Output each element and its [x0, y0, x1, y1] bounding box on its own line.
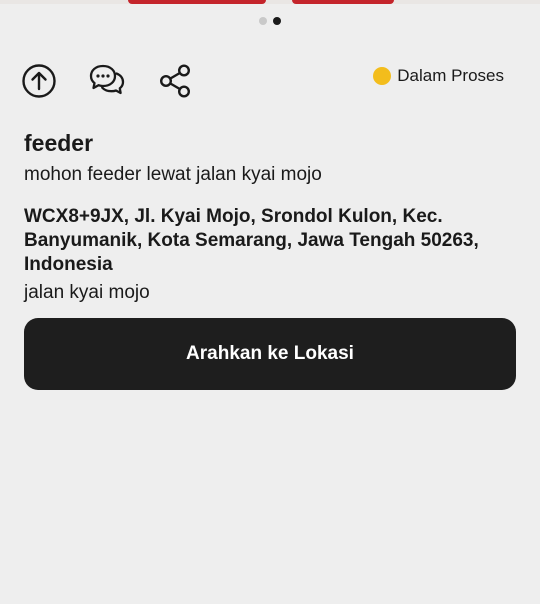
carousel-dot[interactable]	[259, 17, 267, 25]
action-bar	[20, 62, 194, 100]
photo-detail	[128, 0, 266, 4]
upvote-button[interactable]	[20, 62, 58, 100]
share-icon	[159, 64, 191, 98]
carousel-indicator	[0, 17, 540, 25]
status-label: Dalam Proses	[397, 66, 504, 85]
carousel-dot-active[interactable]	[273, 17, 281, 25]
status-badge: Dalam Proses	[373, 66, 504, 86]
chat-bubbles-icon	[89, 64, 125, 95]
status-indicator-dot	[373, 67, 392, 85]
navigate-to-location-button[interactable]: Arahkan ke Lokasi	[24, 318, 516, 390]
photo-detail	[292, 0, 394, 4]
report-address: WCX8+9JX, Jl. Kyai Mojo, Srondol Kulon, …	[24, 206, 479, 275]
report-title: feeder	[24, 130, 94, 156]
report-description: mohon feeder lewat jalan kyai mojo	[24, 164, 322, 185]
comment-button[interactable]	[88, 62, 126, 100]
arrow-up-circle-icon	[22, 64, 56, 98]
photo-carousel-image[interactable]	[0, 0, 540, 4]
share-button[interactable]	[156, 62, 194, 100]
report-landmark: jalan kyai mojo	[24, 282, 150, 303]
